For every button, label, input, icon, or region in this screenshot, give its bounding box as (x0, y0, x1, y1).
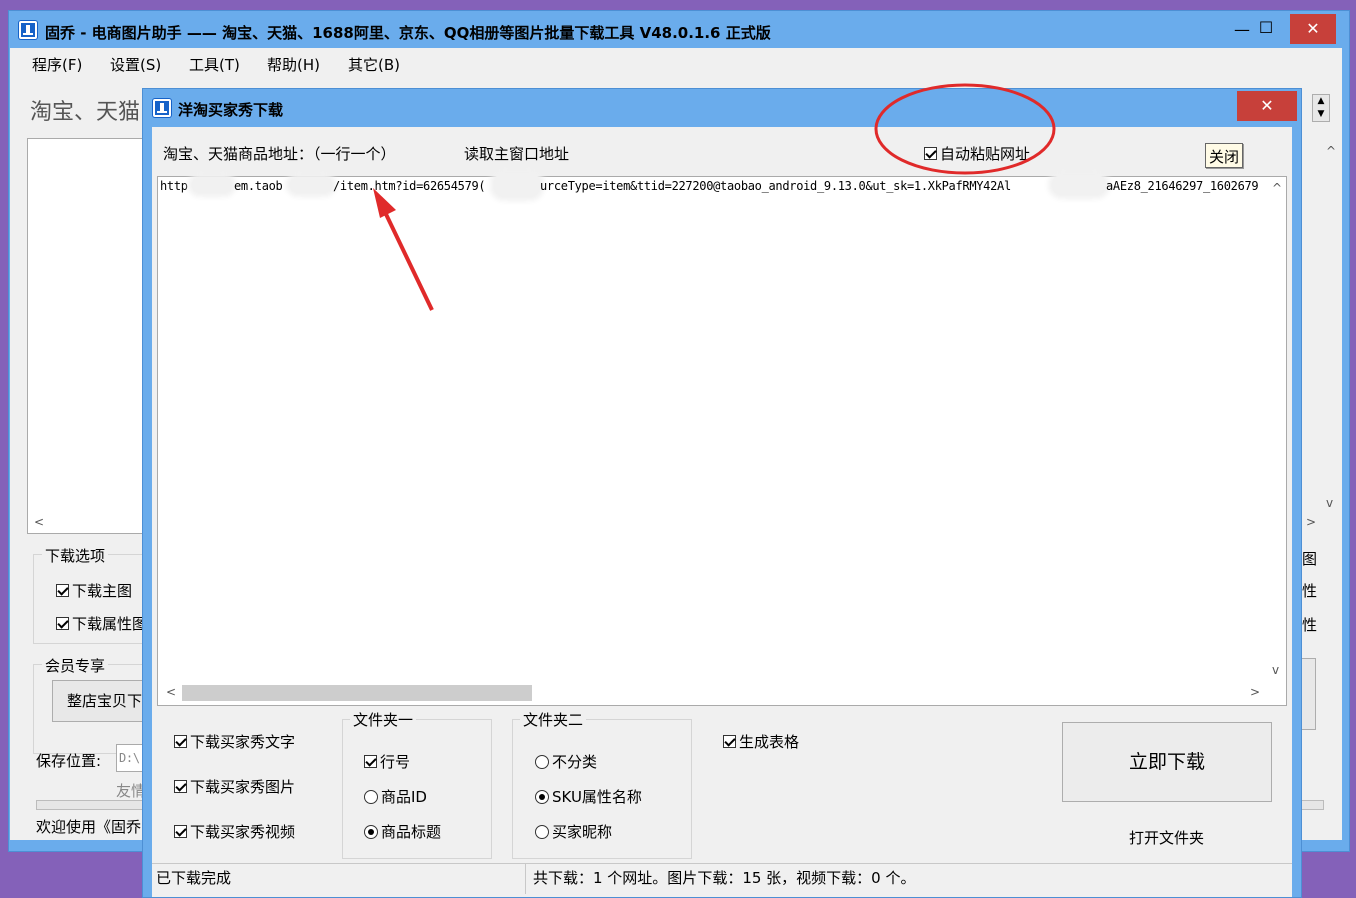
annotation-arrow-head (373, 188, 396, 218)
annotation-arrow-shaft (382, 209, 434, 311)
annotation-circle (874, 83, 1056, 175)
annotation-overlay (373, 83, 1056, 311)
